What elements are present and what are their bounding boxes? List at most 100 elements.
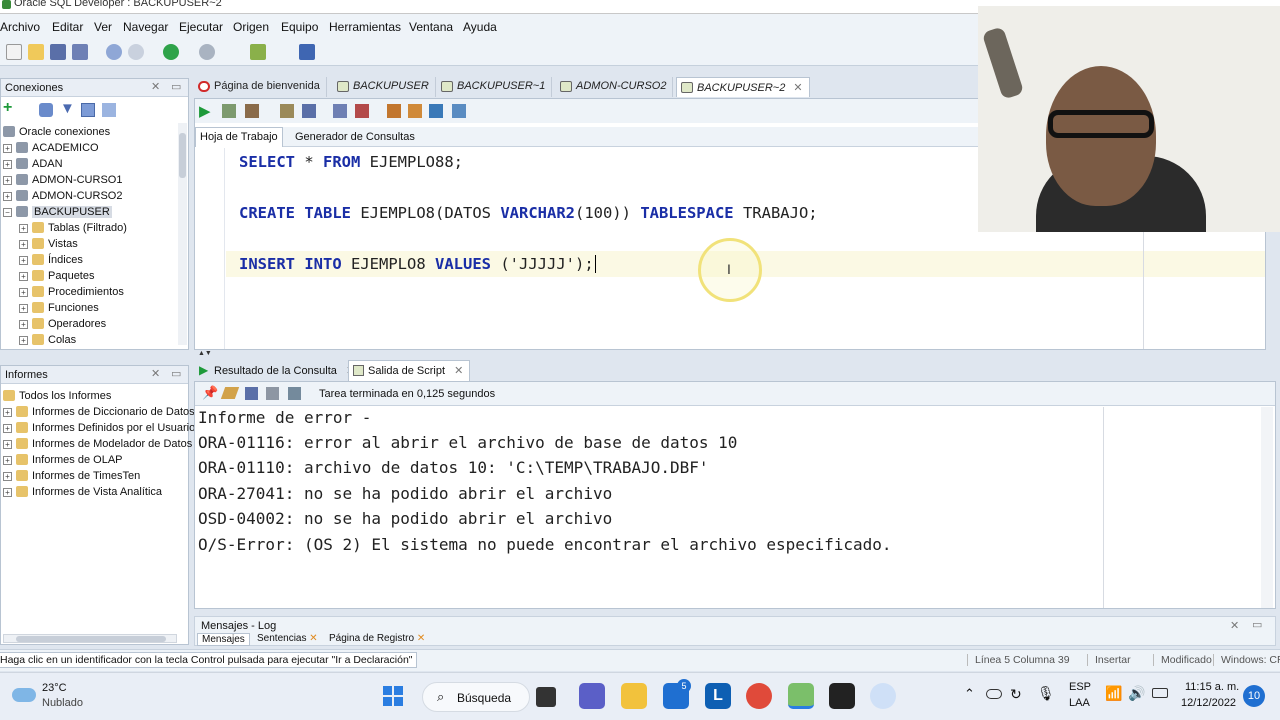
terminal-icon[interactable] [829,683,855,709]
menu-navegar[interactable]: Navegar [123,20,168,34]
run-script-icon[interactable] [222,104,236,118]
unshared-sql-icon[interactable] [387,104,401,118]
tab-query-result[interactable]: ▶ Resultado de la Consulta ✕ [194,361,363,381]
menu-herramientas[interactable]: Herramientas [329,20,401,34]
node-paquetes[interactable]: + Paquetes [19,270,94,282]
node-colas[interactable]: + Colas [19,334,76,346]
minimize-icon[interactable]: ▭ [1252,618,1262,631]
expand-icon[interactable]: + [19,240,28,249]
save-icon[interactable] [50,44,66,60]
menu-ventana[interactable]: Ventana [409,20,453,34]
sql-worksheet-icon[interactable] [250,44,266,60]
autotrace-icon[interactable] [245,104,259,118]
weather-widget[interactable]: 23°C Nublado [10,681,130,713]
minimize-icon[interactable]: ▭ [171,80,181,93]
collapse-icon[interactable]: − [3,208,12,217]
report-data-modeler[interactable]: + Informes de Modelador de Datos [3,438,192,450]
menu-origen[interactable]: Origen [233,20,269,34]
report-timesten[interactable]: + Informes de TimesTen [3,470,140,482]
report-dictionary[interactable]: + Informes de Diccionario de Datos [3,406,195,418]
tree-icon[interactable] [102,103,116,117]
connection-adan[interactable]: + ADAN [3,158,63,170]
node-funciones[interactable]: + Funciones [19,302,99,314]
expand-icon[interactable]: + [19,288,28,297]
connection-academico[interactable]: + ACADEMICO [3,142,99,154]
lang-primary[interactable]: ESP [1069,681,1091,693]
close-tab-icon[interactable]: ✕ [306,633,317,644]
node-tablas[interactable]: + Tablas (Filtrado) [19,222,127,234]
lang-secondary[interactable]: LAA [1069,697,1090,709]
tab-welcome[interactable]: Página de bienvenida [194,77,327,97]
close-tab-icon[interactable]: ✕ [414,633,425,644]
scrollbar-thumb[interactable] [179,133,186,178]
connection-admon-curso1[interactable]: + ADMON-CURSO1 [3,174,122,186]
expand-icon[interactable]: + [3,160,12,169]
teams-icon[interactable] [579,683,605,709]
battery-icon[interactable] [1152,688,1168,698]
run-statement-icon[interactable]: ▶ [199,102,211,120]
forward-icon[interactable] [163,44,179,60]
save-as-icon[interactable] [288,387,301,400]
launcher-l-icon[interactable]: L [705,683,731,709]
expand-icon[interactable]: + [19,272,28,281]
history-icon[interactable] [429,104,443,118]
connection-admon-curso2[interactable]: + ADMON-CURSO2 [3,190,122,202]
close-tab-icon[interactable]: ✕ [454,365,463,377]
tab-query-builder[interactable]: Generador de Consultas [295,131,415,143]
clock-time[interactable]: 11:15 a. m. [1185,681,1239,693]
undo-icon[interactable] [106,44,122,60]
report-analytic-view[interactable]: + Informes de Vista Analítica [3,486,162,498]
filter-icon[interactable]: ▼ [60,100,75,117]
binoculars-icon[interactable] [299,44,315,60]
expand-icon[interactable]: + [3,424,12,433]
tab-admon-curso2[interactable]: ADMON-CURSO2 [556,77,674,97]
start-icon[interactable] [383,686,403,706]
expand-icon[interactable]: + [3,488,12,497]
output-scrollbar[interactable] [1261,407,1273,608]
menu-ayuda[interactable]: Ayuda [463,20,497,34]
refresh-sync-icon[interactable]: ↻ [1010,686,1022,703]
sql-tuning-icon[interactable] [302,104,316,118]
app-circle-icon[interactable] [870,683,896,709]
clear-icon[interactable] [408,104,422,118]
expand-icon[interactable]: + [3,472,12,481]
close-icon[interactable]: ✕ [1230,619,1239,632]
expand-icon[interactable]: + [19,224,28,233]
node-vistas[interactable]: + Vistas [19,238,78,250]
tree-root[interactable]: Oracle conexiones [3,126,110,138]
redo-icon[interactable] [128,44,144,60]
menu-ejecutar[interactable]: Ejecutar [179,20,223,34]
cloud-sync-icon[interactable] [986,689,1002,699]
node-operadores[interactable]: + Operadores [19,318,106,330]
task-view-icon[interactable] [536,687,556,707]
save-output-icon[interactable] [245,387,258,400]
close-icon[interactable]: ✕ [151,80,160,93]
menu-archivo[interactable]: Archivo [0,20,40,34]
code-line-select[interactable]: SELECT * FROM EJEMPLO88; [239,153,463,171]
scrollbar-thumb[interactable] [16,636,166,642]
expand-icon[interactable]: + [3,440,12,449]
notification-count[interactable]: 10 [1243,685,1265,707]
report-user-defined[interactable]: + Informes Definidos por el Usuario [3,422,195,434]
tab-backupuser-2[interactable]: BACKUPUSER~2 ✕ [676,77,810,97]
menu-equipo[interactable]: Equipo [281,20,318,34]
wifi-icon[interactable]: 📶 [1105,685,1122,702]
report-all[interactable]: Todos los Informes [3,390,111,402]
rollback-icon[interactable] [355,104,369,118]
expand-icon[interactable]: + [19,336,28,345]
chrome-icon[interactable] [746,683,772,709]
minimize-icon[interactable]: ▭ [171,367,181,380]
expand-icon[interactable]: + [19,320,28,329]
expand-icon[interactable]: + [3,408,12,417]
tab-log-page[interactable]: Página de Registro ✕ [329,633,425,644]
new-icon[interactable] [6,44,22,60]
commit-icon[interactable] [333,104,347,118]
print-icon[interactable] [266,387,279,400]
add-connection-icon[interactable]: + [3,99,12,117]
splitter-arrows[interactable]: ▲▼ [198,350,212,357]
tab-statements[interactable]: Sentencias ✕ [257,633,318,644]
format-icon[interactable] [452,104,466,118]
node-indices[interactable]: + Índices [19,254,83,266]
back-icon[interactable] [199,44,215,60]
volume-icon[interactable]: 🔊 [1128,685,1145,702]
